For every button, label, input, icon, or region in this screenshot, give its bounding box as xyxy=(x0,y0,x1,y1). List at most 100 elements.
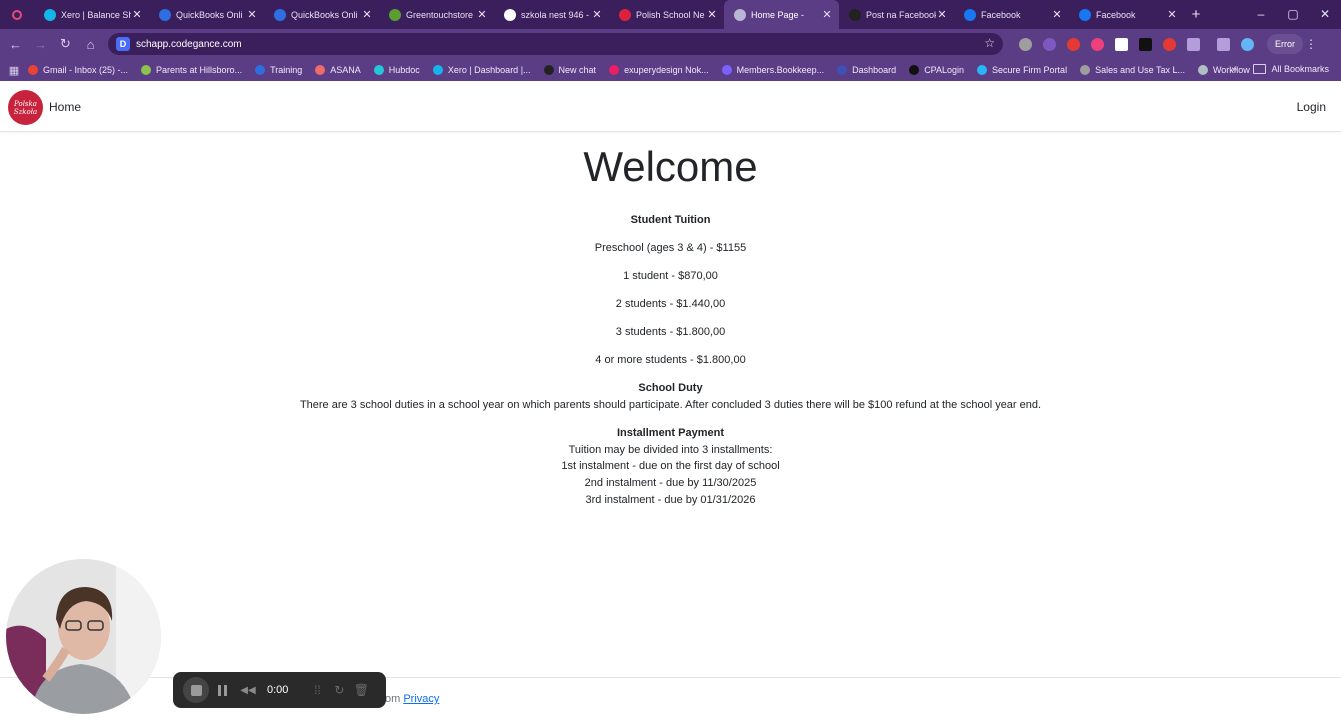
tab-close-icon[interactable]: ✕ xyxy=(936,8,948,21)
school-logo[interactable]: Polska Szkoła xyxy=(8,90,43,125)
bookmark-item[interactable]: CPALogin xyxy=(909,65,964,75)
extension-icon[interactable] xyxy=(1133,37,1157,51)
bookmark-label: New chat xyxy=(558,65,597,75)
browser-tab[interactable]: QuickBooks Onli ✕ xyxy=(149,0,264,29)
window-controls: – ▢ ✕ xyxy=(1245,0,1341,29)
browser-tab[interactable]: Polish School Ne ✕ xyxy=(609,0,724,29)
tab-title: Xero | Balance Sh xyxy=(61,9,131,20)
maximize-icon[interactable]: ▢ xyxy=(1277,0,1309,29)
bookmark-item[interactable]: exuperydesign Nok... xyxy=(609,65,709,75)
tab-close-icon[interactable]: ✕ xyxy=(1051,8,1063,21)
profile-avatar[interactable] xyxy=(1235,37,1259,51)
rewind-icon: ◀◀ xyxy=(240,684,256,696)
bookmark-favicon-icon xyxy=(141,65,152,75)
bookmark-label: exuperydesign Nok... xyxy=(624,65,709,75)
browser-tab[interactable]: szkola nest 946 - ✕ xyxy=(494,0,609,29)
bookmark-item[interactable]: New chat xyxy=(543,65,597,75)
address-bar[interactable]: D schapp.codegance.com ☆ xyxy=(108,33,1003,55)
pause-recording-button[interactable] xyxy=(209,677,235,703)
browser-tab[interactable]: QuickBooks Onli ✕ xyxy=(264,0,379,29)
tab-search-icon[interactable] xyxy=(0,9,34,20)
folder-icon xyxy=(1253,64,1267,74)
bookmark-label: Sales and Use Tax L... xyxy=(1095,65,1185,75)
bookmark-label: Xero | Dashboard |... xyxy=(447,65,531,75)
bookmark-item[interactable]: Training xyxy=(255,65,302,75)
browser-tab[interactable]: Post na Facebook ✕ xyxy=(839,0,954,29)
tab-favicon-icon xyxy=(619,8,631,21)
tab-favicon-icon xyxy=(44,8,56,21)
bookmark-favicon-icon xyxy=(432,65,443,75)
bookmark-favicon-icon xyxy=(1080,65,1091,75)
stop-recording-button[interactable] xyxy=(183,677,209,703)
browser-tab[interactable]: Xero | Balance Sh ✕ xyxy=(34,0,149,29)
bookmark-label: Dashboard xyxy=(852,65,897,75)
reload-icon[interactable]: ↻ xyxy=(53,36,78,52)
all-bookmarks-folder[interactable]: All Bookmarks xyxy=(1253,64,1329,74)
extension-icon[interactable] xyxy=(1085,37,1109,51)
browser-tab[interactable]: Facebook ✕ xyxy=(1069,0,1184,29)
bookmark-item[interactable]: Hubdoc xyxy=(373,65,420,75)
bookmark-item[interactable]: ASANA xyxy=(315,65,361,75)
side-panel-icon[interactable] xyxy=(1211,37,1235,51)
bookmark-item[interactable]: Gmail - Inbox (25) -... xyxy=(28,65,128,75)
tab-close-icon[interactable]: ✕ xyxy=(1166,8,1178,21)
apps-grid-icon[interactable]: ▦ xyxy=(0,64,28,77)
restart-icon[interactable]: ↻ xyxy=(328,683,350,697)
tab-close-icon[interactable]: ✕ xyxy=(706,8,718,21)
bookmark-item[interactable]: Members.Bookkeep... xyxy=(721,65,824,75)
bookmark-item[interactable]: Sales and Use Tax L... xyxy=(1080,65,1185,75)
bookmark-item[interactable]: Secure Firm Portal xyxy=(977,65,1067,75)
bookmark-label: Gmail - Inbox (25) -... xyxy=(43,65,129,75)
delete-recording-icon[interactable]: 🗑 xyxy=(350,683,372,697)
extension-icon[interactable] xyxy=(1061,37,1085,51)
browser-tab[interactable]: Home Page - ✕ xyxy=(724,0,839,29)
home-icon[interactable]: ⌂ xyxy=(78,37,103,52)
tab-favicon-icon xyxy=(1079,8,1091,21)
bookmark-label: CPALogin xyxy=(924,65,965,75)
rewind-button[interactable]: ◀◀ xyxy=(235,677,261,703)
tab-close-icon[interactable]: ✕ xyxy=(361,8,373,21)
bookmark-item[interactable]: Xero | Dashboard |... xyxy=(432,65,531,75)
bookmark-favicon-icon xyxy=(28,65,38,75)
bookmark-item[interactable]: Parents at Hillsboro... xyxy=(141,65,242,75)
extension-icon[interactable] xyxy=(1013,37,1037,51)
tab-title: Post na Facebook xyxy=(866,9,936,20)
tab-close-icon[interactable]: ✕ xyxy=(476,8,488,21)
close-window-icon[interactable]: ✕ xyxy=(1309,0,1341,29)
tab-favicon-icon xyxy=(389,8,401,21)
url-text[interactable]: schapp.codegance.com xyxy=(136,39,242,50)
tab-close-icon[interactable]: ✕ xyxy=(246,8,258,21)
bookmark-item[interactable]: Workflow xyxy=(1197,65,1250,75)
extension-icon[interactable] xyxy=(1157,37,1181,51)
more-bookmarks-icon[interactable]: » xyxy=(1231,64,1237,75)
tab-close-icon[interactable]: ✕ xyxy=(591,8,603,21)
site-info-icon[interactable]: D xyxy=(116,37,130,51)
bookmark-favicon-icon xyxy=(255,65,266,75)
error-badge[interactable]: Error xyxy=(1267,34,1303,54)
forward-icon[interactable]: → xyxy=(28,37,53,52)
extensions-area: Error ⋮ xyxy=(1013,29,1319,59)
tab-favicon-icon xyxy=(964,8,976,21)
bookmark-star-icon[interactable]: ☆ xyxy=(984,36,995,50)
tab-close-icon[interactable]: ✕ xyxy=(821,8,833,21)
browser-tab[interactable]: Greentouchstore ✕ xyxy=(379,0,494,29)
extension-icon[interactable] xyxy=(1109,37,1133,51)
extensions-puzzle-icon[interactable] xyxy=(1181,37,1205,51)
extension-icon[interactable] xyxy=(1037,37,1061,51)
tab-close-icon[interactable]: ✕ xyxy=(131,8,143,21)
browser-menu-icon[interactable]: ⋮ xyxy=(1303,37,1319,51)
bookmark-item[interactable]: Dashboard xyxy=(837,65,896,75)
bookmark-label: Parents at Hillsboro... xyxy=(156,65,243,75)
browser-tab[interactable]: Facebook ✕ xyxy=(954,0,1069,29)
privacy-link[interactable]: Privacy xyxy=(403,693,439,705)
bookmark-favicon-icon xyxy=(721,65,732,75)
nav-home-link[interactable]: Home xyxy=(49,100,81,114)
tuition-item: 4 or more students - $1.800,00 xyxy=(595,354,746,366)
tab-title: szkola nest 946 - xyxy=(521,9,590,20)
bookmarks-bar: ▦ Gmail - Inbox (25) -... Parents at Hill… xyxy=(0,59,1341,81)
grid-icon[interactable]: ⁞⁞ xyxy=(306,683,328,697)
back-icon[interactable]: ← xyxy=(3,37,28,52)
new-tab-button[interactable]: + xyxy=(1184,6,1208,23)
nav-login-link[interactable]: Login xyxy=(1297,100,1326,114)
minimize-icon[interactable]: – xyxy=(1245,0,1277,29)
